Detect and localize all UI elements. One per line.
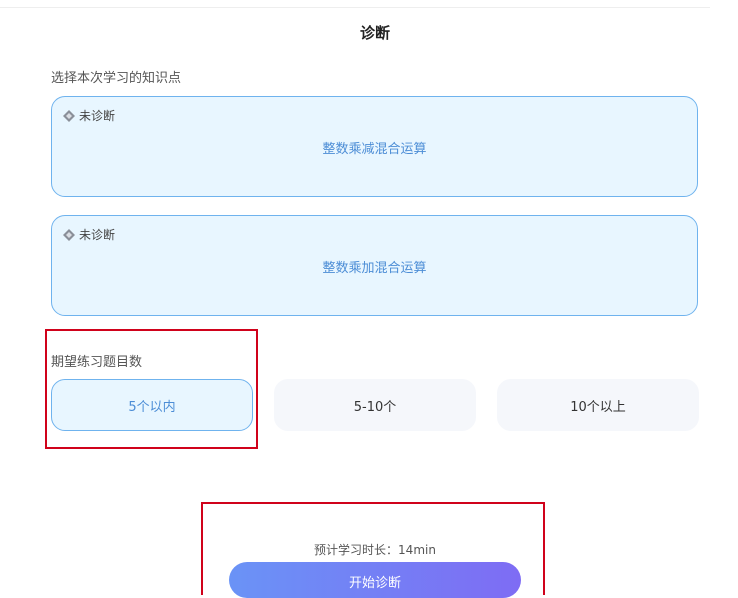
- count-option-over-10[interactable]: 10个以上: [497, 379, 699, 431]
- highlight-box-count: [45, 329, 258, 449]
- status-badge: 未诊断: [63, 226, 115, 243]
- status-text: 未诊断: [79, 228, 116, 242]
- knowledge-name: 整数乘加混合运算: [322, 261, 427, 276]
- diamond-icon: [63, 228, 75, 241]
- knowledge-section-label: 选择本次学习的知识点: [51, 71, 182, 86]
- diamond-icon: [63, 109, 75, 122]
- page-title: 诊断: [359, 24, 390, 42]
- count-option-label: 10个以上: [570, 399, 626, 415]
- knowledge-card-2[interactable]: 未诊断 整数乘加混合运算: [51, 215, 698, 316]
- count-option-label: 5-10个: [353, 399, 397, 415]
- top-divider: [0, 7, 710, 8]
- knowledge-card-1[interactable]: 未诊断 整数乘减混合运算: [51, 96, 698, 197]
- knowledge-name: 整数乘减混合运算: [322, 142, 427, 157]
- status-text: 未诊断: [79, 109, 116, 123]
- status-badge: 未诊断: [63, 107, 115, 124]
- count-option-5-10[interactable]: 5-10个: [274, 379, 476, 431]
- highlight-box-start: [201, 502, 545, 595]
